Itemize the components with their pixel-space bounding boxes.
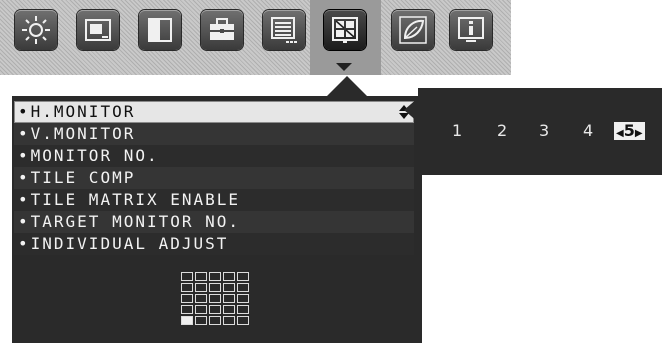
submenu-pointer [404, 98, 418, 122]
tile-cell [237, 272, 249, 281]
option-5-selected[interactable]: ◀5▶ [614, 122, 645, 140]
color-contrast-icon [148, 18, 172, 42]
menu-item-label: MONITOR NO. [30, 146, 159, 165]
tile-cell [237, 294, 249, 303]
tab-color[interactable] [139, 10, 181, 50]
tab-tools[interactable] [201, 10, 243, 50]
menu-item-label: TILE COMP [30, 168, 136, 187]
bullet: • [18, 234, 30, 253]
tile-cell [181, 283, 193, 292]
tile-cell [223, 305, 235, 314]
option-1[interactable]: 1 [452, 121, 462, 140]
tile-cell [195, 316, 207, 325]
increase-arrow-icon[interactable]: ▶ [635, 128, 643, 139]
picture-in-window-icon [85, 19, 111, 41]
information-icon [458, 17, 484, 42]
tab-information[interactable] [450, 10, 492, 50]
option-3[interactable]: 3 [539, 121, 549, 140]
option-2[interactable]: 2 [497, 121, 507, 140]
menu-item-label: TARGET MONITOR NO. [30, 212, 241, 231]
tile-cell [237, 283, 249, 292]
tile-cell [237, 305, 249, 314]
tile-cell [209, 283, 221, 292]
tile-cell [181, 316, 193, 325]
tile-cell [209, 272, 221, 281]
menu-item-label: V.MONITOR [30, 124, 136, 143]
tile-cell [195, 272, 207, 281]
toolbox-icon [210, 18, 234, 40]
tile-cell [209, 305, 221, 314]
tile-cell [195, 283, 207, 292]
option-4[interactable]: 4 [583, 121, 593, 140]
menu-item-label: TILE MATRIX ENABLE [30, 190, 241, 209]
decrease-arrow-icon[interactable]: ◀ [616, 128, 624, 139]
tile-cell [209, 294, 221, 303]
eco-leaf-icon [399, 16, 427, 44]
tile-cell [181, 294, 193, 303]
menu-item-label: H.MONITOR [30, 102, 136, 121]
tile-matrix-icon [332, 17, 358, 43]
tab-brightness[interactable] [15, 10, 57, 50]
tile-cell [223, 316, 235, 325]
tile-cell [223, 283, 235, 292]
tab-osd[interactable] [263, 10, 305, 50]
menu-item-tile-comp[interactable]: •TILE COMP [14, 167, 414, 189]
menu-item-individual-adjust[interactable]: •INDIVIDUAL ADJUST [14, 233, 414, 255]
selected-value: 5 [623, 121, 635, 140]
tile-cell [223, 272, 235, 281]
bullet: • [18, 146, 30, 165]
tab-tile-matrix[interactable] [324, 10, 366, 50]
panel-pointer [327, 76, 367, 96]
active-tab-pointer [336, 63, 352, 71]
bullet: • [18, 168, 30, 187]
bullet: • [18, 102, 30, 121]
tile-cell [195, 294, 207, 303]
bullet: • [18, 190, 30, 209]
menu-item-target-monitor-no[interactable]: •TARGET MONITOR NO. [14, 211, 414, 233]
bullet: • [18, 124, 30, 143]
osd-menu-icon [271, 17, 297, 43]
tile-cell [181, 305, 193, 314]
menu-item-label: INDIVIDUAL ADJUST [30, 234, 229, 253]
tile-cell [237, 316, 249, 325]
tile-cell [195, 305, 207, 314]
tile-cell [209, 316, 221, 325]
menu-item-monitor-no[interactable]: •MONITOR NO. [14, 145, 414, 167]
menu-item-v-monitor[interactable]: •V.MONITOR [14, 123, 414, 145]
tab-picture[interactable] [77, 10, 119, 50]
tile-matrix-menu: •H.MONITOR •V.MONITOR •MONITOR NO. •TILE… [14, 101, 414, 255]
tab-eco[interactable] [392, 10, 434, 50]
menu-item-h-monitor[interactable]: •H.MONITOR [14, 101, 414, 123]
menu-item-tile-matrix-enable[interactable]: •TILE MATRIX ENABLE [14, 189, 414, 211]
brightness-icon [22, 16, 50, 44]
tile-cell [223, 294, 235, 303]
tile-cell [181, 272, 193, 281]
bullet: • [18, 212, 30, 231]
tile-matrix-grid [181, 272, 251, 328]
